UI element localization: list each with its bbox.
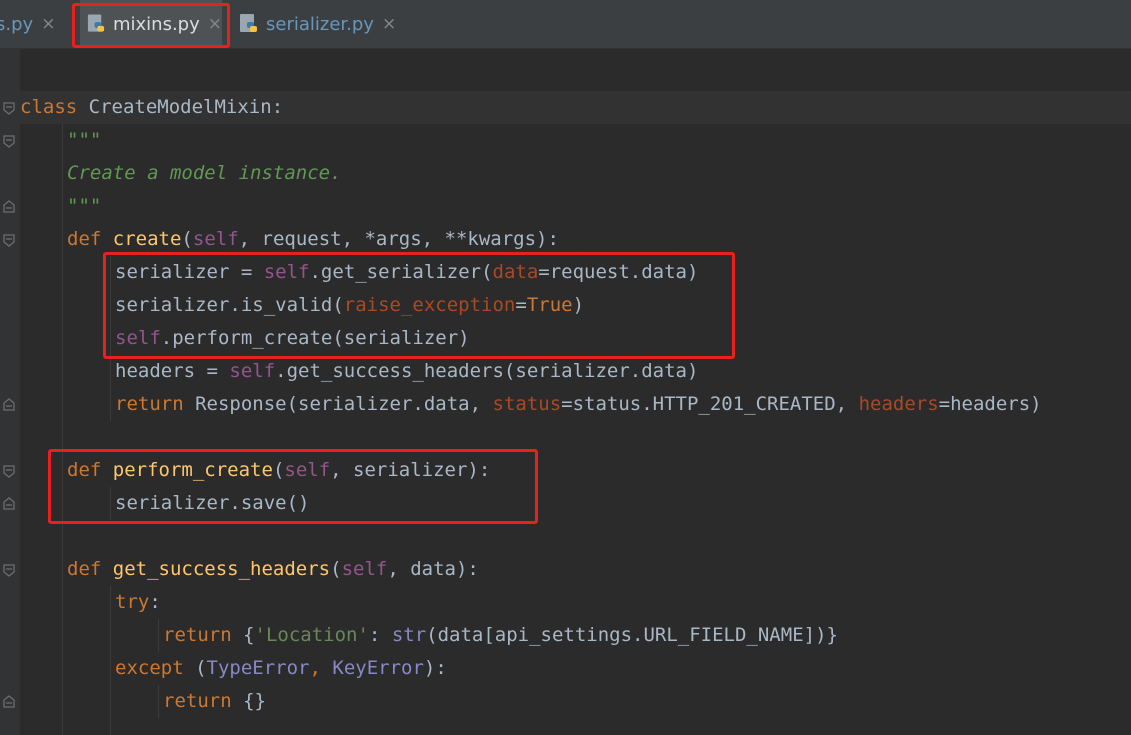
indent-guide	[62, 124, 63, 735]
code-line: try:	[115, 591, 161, 613]
code-line: def get_success_headers(self, data):	[67, 558, 479, 580]
fold-icon[interactable]	[2, 200, 16, 214]
fold-icon[interactable]	[2, 398, 16, 412]
fold-icon[interactable]	[2, 101, 16, 115]
code-line: except (TypeError, KeyError):	[115, 657, 447, 679]
code-line: class CreateModelMixin:	[20, 96, 284, 118]
code-line: return Response(serializer.data, status=…	[115, 393, 1042, 415]
indent-guide	[158, 685, 159, 718]
fold-icon[interactable]	[2, 695, 16, 709]
fold-icon[interactable]	[2, 497, 16, 511]
tab-serializers-py[interactable]: s.py ×	[0, 0, 55, 48]
code-line: """	[67, 195, 102, 217]
code-line: """	[67, 129, 102, 151]
editor-tab-bar: s.py × mixins.py × serializer.py ×	[0, 0, 1131, 49]
code-line: headers = self.get_success_headers(seria…	[115, 360, 699, 382]
highlight-box-perform-create	[48, 449, 538, 524]
code-line: Create a model instance.	[67, 162, 342, 184]
close-icon[interactable]: ×	[382, 14, 396, 34]
fold-icon[interactable]	[2, 134, 16, 148]
indent-guide	[158, 619, 159, 652]
code-line: return {}	[163, 690, 266, 712]
code-line: return {'Location': str(data[api_setting…	[163, 624, 838, 646]
tab-label: s.py	[0, 13, 34, 35]
close-icon[interactable]: ×	[41, 14, 55, 34]
active-tab-highlight-box	[72, 3, 230, 48]
tab-label: serializer.py	[266, 13, 374, 35]
code-editor[interactable]: class CreateModelMixin: """ Create a mod…	[0, 49, 1131, 735]
python-file-icon	[240, 14, 257, 32]
tab-serializer-py[interactable]: serializer.py ×	[238, 0, 396, 48]
indent-guide	[110, 586, 111, 735]
editor-gutter	[0, 49, 20, 735]
fold-icon[interactable]	[2, 563, 16, 577]
fold-icon[interactable]	[2, 233, 16, 247]
highlight-box-create-body	[103, 252, 735, 359]
fold-icon[interactable]	[2, 464, 16, 478]
